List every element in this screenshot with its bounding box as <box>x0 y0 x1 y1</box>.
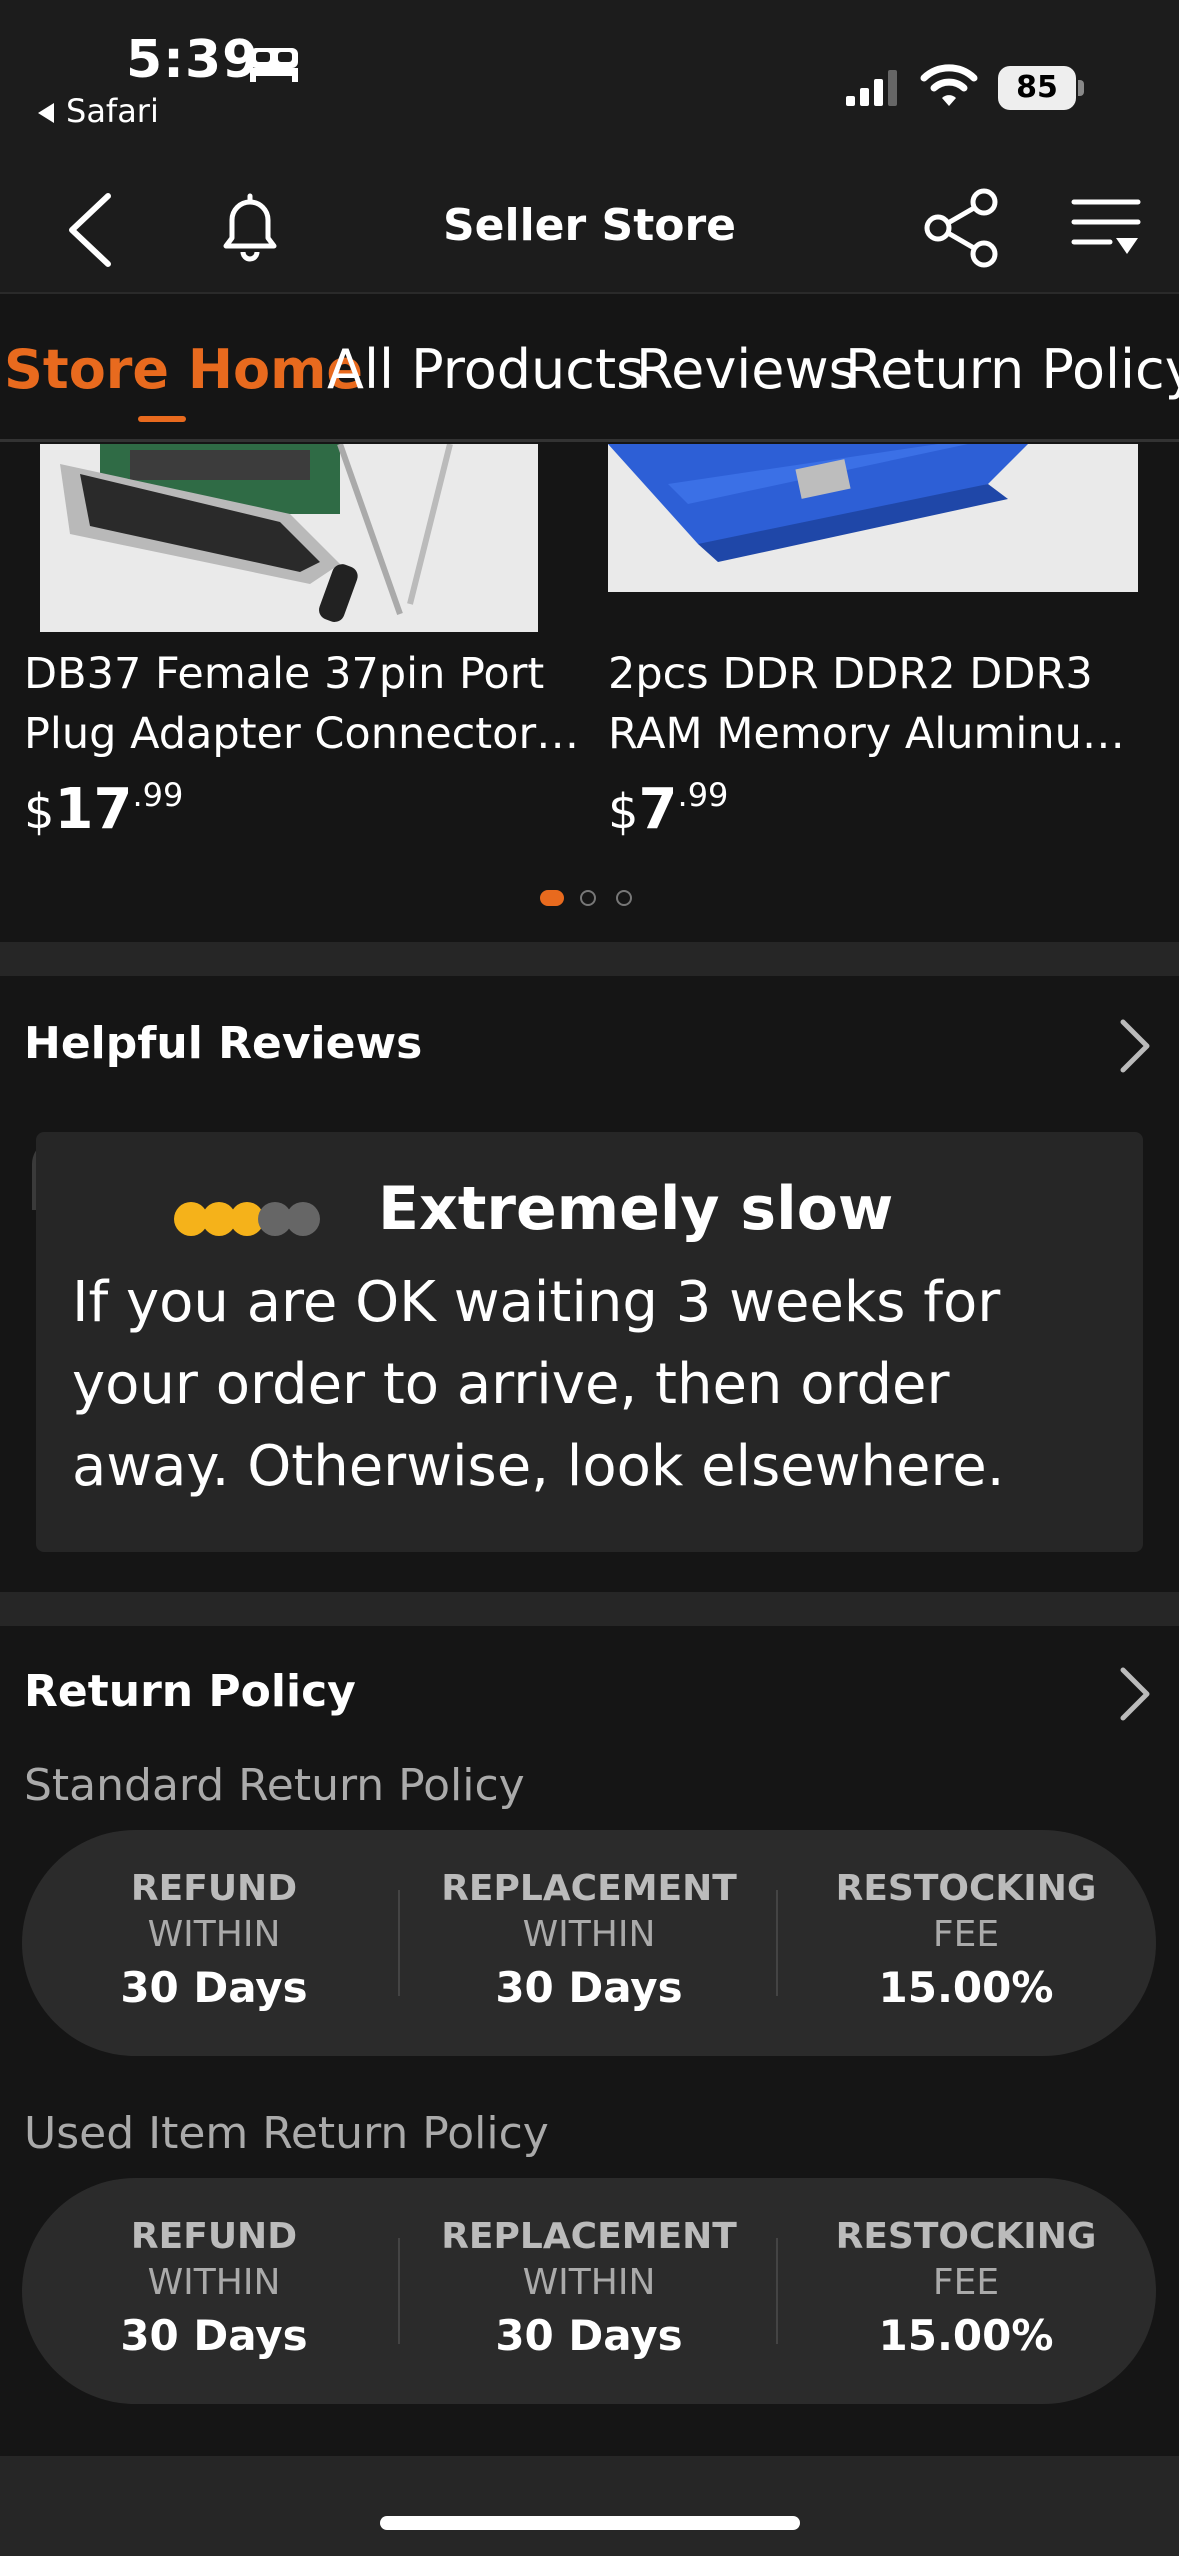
filter-menu-icon[interactable] <box>1068 194 1144 262</box>
policy-divider <box>398 2238 400 2344</box>
active-tab-indicator <box>138 416 186 422</box>
price-cents: .99 <box>132 776 184 814</box>
chevron-right-icon[interactable] <box>1117 1664 1153 1724</box>
cellular-signal-icon <box>846 70 897 106</box>
battery-indicator: 85 <box>998 66 1076 110</box>
policy-sub: WITHIN <box>147 2262 281 2303</box>
section-divider <box>0 942 1179 976</box>
product-image-db37[interactable] <box>40 444 538 632</box>
battery-cap <box>1078 80 1084 96</box>
policy-divider <box>776 1890 778 1996</box>
policy-divider <box>398 1890 400 1996</box>
bed-icon <box>250 48 298 82</box>
policy-restocking: RESTOCKING FEE 15.00% <box>786 2214 1146 2366</box>
policy-value: 30 Days <box>495 1963 683 2012</box>
policy-replacement: REPLACEMENT WITHIN 30 Days <box>409 2214 769 2366</box>
tab-reviews[interactable]: Reviews <box>636 338 857 401</box>
price-whole: 7 <box>638 777 678 842</box>
policy-sub: WITHIN <box>147 1914 281 1955</box>
review-line-2: your order to arrive, then order <box>72 1352 950 1417</box>
policy-value: 30 Days <box>120 2311 308 2360</box>
return-policy-title[interactable]: Return Policy <box>24 1666 356 1717</box>
price-currency: $ <box>24 784 55 840</box>
product-name-1-line2: Plug Adapter Connector… <box>24 709 580 759</box>
policy-head: RESTOCKING <box>835 2216 1097 2257</box>
policy-value: 15.00% <box>878 1963 1054 2012</box>
used-item-policy-label: Used Item Return Policy <box>24 2108 549 2159</box>
review-line-3: away. Otherwise, look elsewhere. <box>72 1434 1005 1499</box>
standard-policy-card[interactable]: REFUND WITHIN 30 Days REPLACEMENT WITHIN… <box>22 1830 1156 2056</box>
standard-policy-label: Standard Return Policy <box>24 1760 525 1811</box>
carousel-dot-2[interactable] <box>580 890 596 906</box>
policy-value: 30 Days <box>495 2311 683 2360</box>
reviews-section-title[interactable]: Helpful Reviews <box>24 1018 422 1069</box>
product-price-2: $7.99 <box>608 776 728 842</box>
home-indicator[interactable] <box>380 2516 800 2530</box>
product-carousel: DB37 Female 37pin Port Plug Adapter Conn… <box>0 444 1179 938</box>
tab-all-products[interactable]: All Products <box>327 338 644 401</box>
policy-replacement: REPLACEMENT WITHIN 30 Days <box>409 1866 769 2018</box>
product-image-ddr[interactable] <box>608 444 1138 592</box>
policy-refund: REFUND WITHIN 30 Days <box>34 2214 394 2366</box>
policy-sub: FEE <box>932 2262 1000 2303</box>
price-whole: 17 <box>54 777 133 842</box>
policy-refund: REFUND WITHIN 30 Days <box>34 1866 394 2018</box>
policy-divider <box>776 2238 778 2344</box>
tab-store-home[interactable]: Store Home <box>4 338 363 401</box>
price-currency: $ <box>608 784 639 840</box>
carousel-dot-3[interactable] <box>616 890 632 906</box>
rating-dot-empty <box>286 1202 320 1236</box>
product-name-2-line2: RAM Memory Aluminu… <box>608 709 1125 759</box>
policy-head: REFUND <box>130 1868 298 1909</box>
db37-connector-image <box>40 444 538 632</box>
review-line-1: If you are OK waiting 3 weeks for <box>72 1270 1001 1335</box>
wifi-icon <box>920 64 978 106</box>
policy-head: REPLACEMENT <box>441 2216 737 2257</box>
used-item-policy-card[interactable]: REFUND WITHIN 30 Days REPLACEMENT WITHIN… <box>22 2178 1156 2404</box>
status-bar: 5:39 Safari 85 <box>0 0 1179 150</box>
back-to-safari[interactable]: Safari <box>38 92 159 130</box>
chevron-right-icon[interactable] <box>1117 1016 1153 1076</box>
ram-heatsink-image <box>608 444 1138 592</box>
product-name-1-line1: DB37 Female 37pin Port <box>24 649 545 699</box>
product-name-2-line1: 2pcs DDR DDR2 DDR3 <box>608 649 1093 699</box>
helpful-reviews-section: Helpful Reviews Extremely slow If you ar… <box>0 976 1179 1588</box>
carousel-dot-1[interactable] <box>540 890 564 906</box>
tab-return-policy[interactable]: Return Policy <box>845 338 1179 401</box>
review-body: If you are OK waiting 3 weeks for your o… <box>72 1262 1092 1508</box>
policy-head: REFUND <box>130 2216 298 2257</box>
policy-restocking: RESTOCKING FEE 15.00% <box>786 1866 1146 2018</box>
policy-head: RESTOCKING <box>835 1868 1097 1909</box>
review-title: Extremely slow <box>378 1174 894 1244</box>
policy-head: REPLACEMENT <box>441 1868 737 1909</box>
status-time: 5:39 <box>126 30 260 90</box>
bottom-safe-area <box>0 2456 1179 2556</box>
section-divider <box>0 1592 1179 1626</box>
policy-value: 15.00% <box>878 2311 1054 2360</box>
back-app-label: Safari <box>66 92 159 130</box>
product-name-1[interactable]: DB37 Female 37pin Port Plug Adapter Conn… <box>24 644 584 764</box>
policy-sub: WITHIN <box>522 2262 656 2303</box>
product-name-2[interactable]: 2pcs DDR DDR2 DDR3 RAM Memory Aluminu… <box>608 644 1168 764</box>
product-price-1: $17.99 <box>24 776 183 842</box>
back-triangle-icon <box>38 103 54 123</box>
policy-sub: FEE <box>932 1914 1000 1955</box>
policy-sub: WITHIN <box>522 1914 656 1955</box>
review-card[interactable]: Extremely slow If you are OK waiting 3 w… <box>36 1132 1143 1552</box>
share-icon[interactable] <box>920 186 1004 270</box>
nav-bar: Seller Store <box>0 150 1179 294</box>
return-policy-section: Return Policy Standard Return Policy REF… <box>0 1626 1179 2456</box>
policy-value: 30 Days <box>120 1963 308 2012</box>
price-cents: .99 <box>677 776 729 814</box>
store-tabs: Store Home All Products Reviews Return P… <box>0 296 1179 442</box>
